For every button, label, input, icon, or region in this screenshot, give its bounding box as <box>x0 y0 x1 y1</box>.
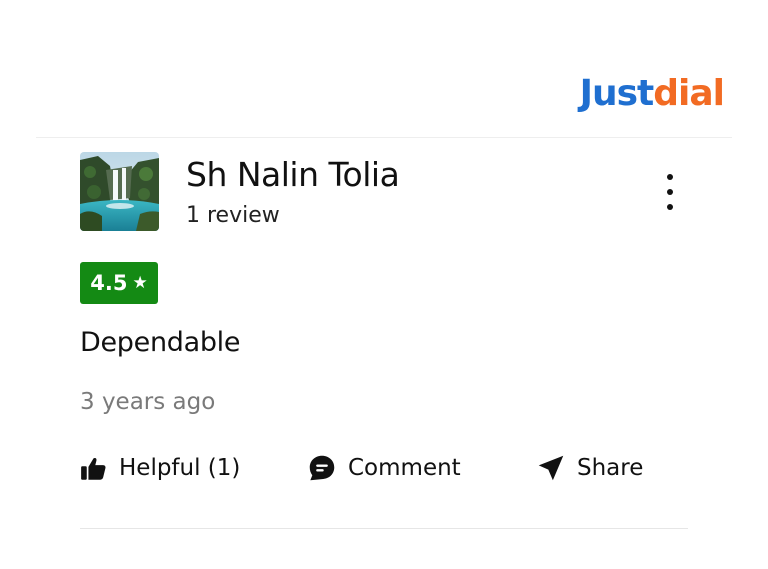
brand-logo-dial: dial <box>653 73 725 114</box>
star-icon: ★ <box>132 272 148 293</box>
thumbs-up-icon <box>80 455 107 482</box>
comment-label: Comment <box>348 455 461 481</box>
send-icon <box>537 454 565 482</box>
more-options-button[interactable] <box>656 174 684 210</box>
helpful-label: Helpful (1) <box>119 455 241 481</box>
more-vertical-icon <box>667 174 673 180</box>
rating-value: 4.5 <box>90 271 128 295</box>
comment-icon <box>308 454 336 482</box>
reviewer-avatar[interactable] <box>80 152 159 231</box>
brand-logo: Justdial <box>579 73 725 114</box>
reviewer-name[interactable]: Sh Nalin Tolia <box>186 155 400 194</box>
comment-button[interactable]: Comment <box>308 450 461 486</box>
share-button[interactable]: Share <box>537 450 643 486</box>
rating-badge: 4.5 ★ <box>80 262 158 304</box>
header-divider <box>36 137 732 138</box>
share-label: Share <box>577 455 644 481</box>
helpful-button[interactable]: Helpful (1) <box>80 450 240 486</box>
brand-logo-just: Just <box>579 73 655 114</box>
reviewer-review-count: 1 review <box>186 203 280 228</box>
review-text: Dependable <box>80 327 241 358</box>
review-divider <box>80 528 688 529</box>
review-timestamp: 3 years ago <box>80 389 216 415</box>
waterfall-photo-icon <box>80 152 159 231</box>
